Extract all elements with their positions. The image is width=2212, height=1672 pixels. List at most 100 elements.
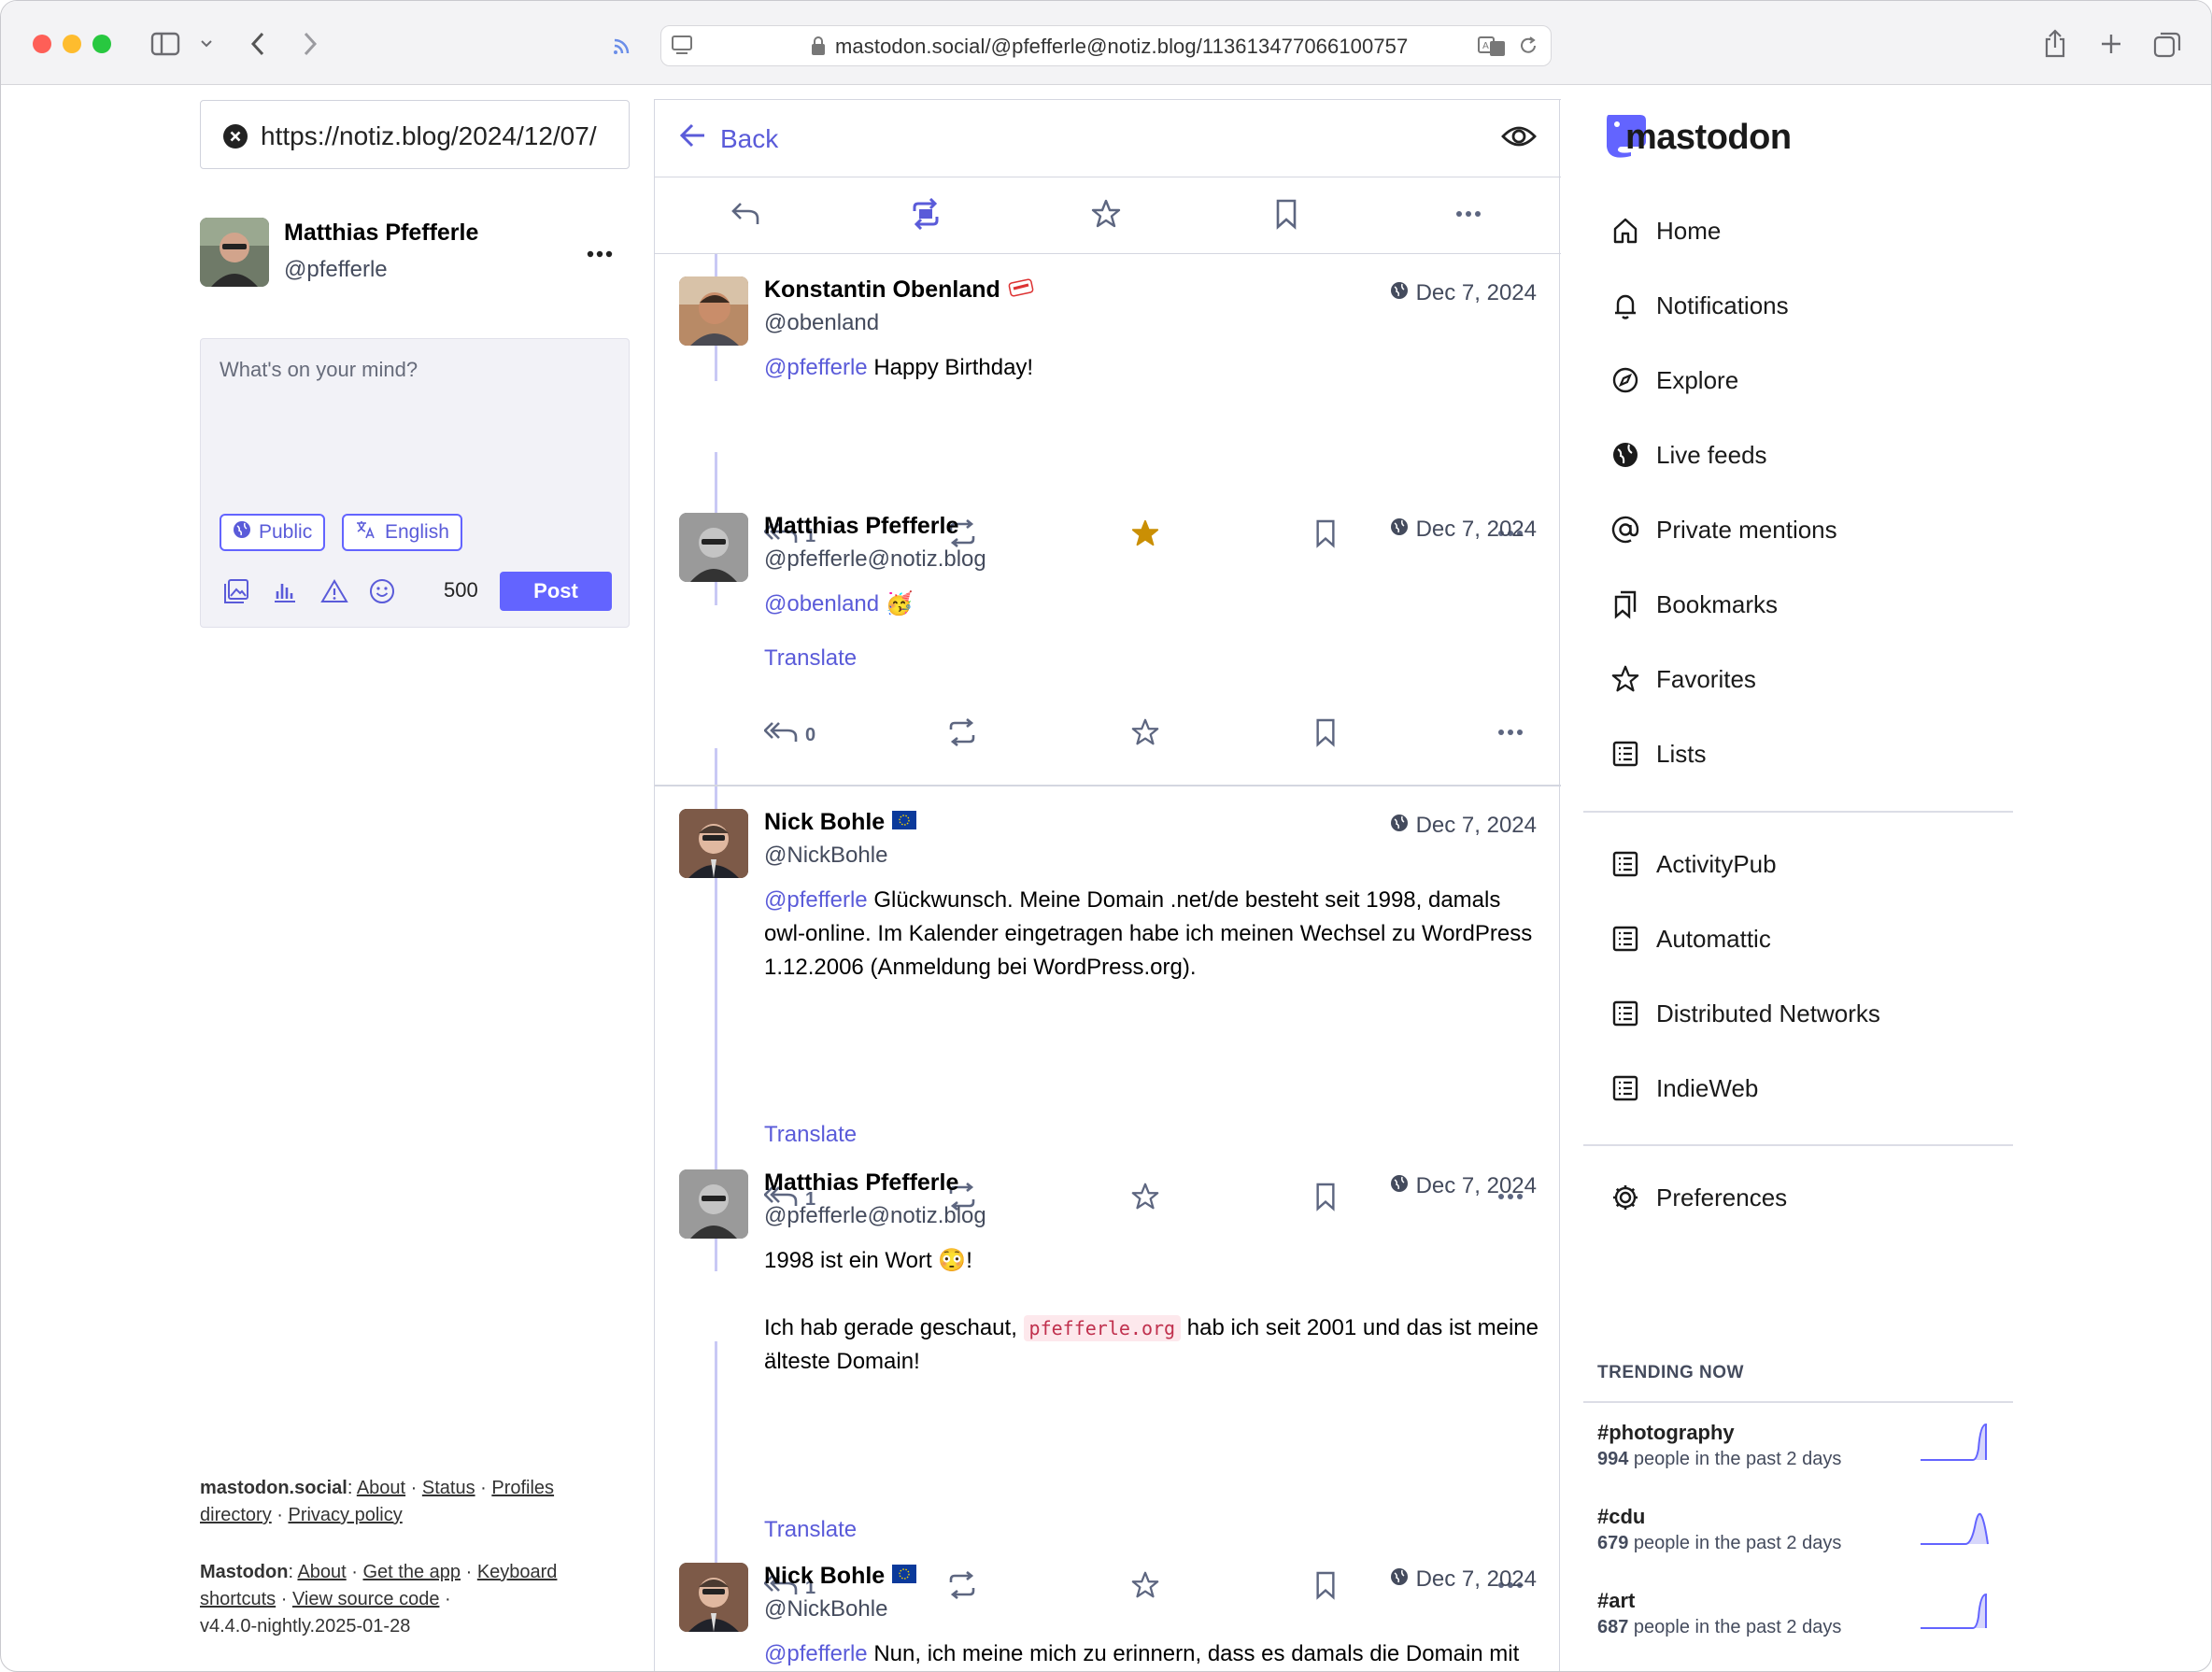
back-button[interactable]: Back [679,122,778,155]
hashtag-suffix: people in the past 2 days [1628,1449,1842,1469]
status-author[interactable]: Matthias Pfefferle [764,1169,958,1197]
page-menu-icon[interactable] [671,35,695,62]
status-item[interactable]: Nick Bohle @NickBohle Dec 7, 2024 @pfeff… [655,809,1561,1211]
translate-page-icon[interactable]: A [1478,35,1508,62]
status-date[interactable]: Dec 7, 2024 [1390,813,1537,839]
close-window-button[interactable] [33,35,51,53]
list-item[interactable]: ActivityPub [1609,842,1777,886]
address-bar[interactable]: mastodon.social/@pfefferle@notiz.blog/11… [660,25,1552,66]
emoji-icon[interactable] [369,578,395,609]
favourite-button[interactable] [1130,718,1160,752]
minimize-window-button[interactable] [63,35,81,53]
zoom-window-button[interactable] [92,35,111,53]
status-author[interactable]: Matthias Pfefferle [764,513,958,540]
avatar[interactable] [679,1563,748,1632]
rss-feed-icon[interactable] [610,27,638,61]
translate-button[interactable]: Translate [764,1517,857,1543]
more-icon[interactable] [1454,200,1482,233]
status-date[interactable]: Dec 7, 2024 [1390,517,1537,543]
mention-link[interactable]: @pfefferle [764,887,868,913]
footer-privacy-policy-link[interactable]: Privacy policy [288,1505,402,1525]
column-header: Back [655,99,1561,177]
footer-app-about-link[interactable]: About [297,1562,346,1582]
account-menu-icon[interactable] [586,240,614,273]
new-tab-icon[interactable] [2097,27,2125,61]
list-item[interactable]: IndieWeb [1609,1066,1758,1111]
reply-icon[interactable] [730,200,761,233]
nav-preferences[interactable]: Preferences [1609,1175,1787,1220]
reload-icon[interactable] [1517,35,1539,62]
search-field[interactable]: https://notiz.blog/2024/12/07/ [200,100,630,169]
search-input[interactable]: https://notiz.blog/2024/12/07/ [261,121,616,151]
content-warning-icon[interactable] [320,578,348,609]
translate-button[interactable]: Translate [764,645,857,672]
mention-link[interactable]: @obenland [764,591,879,616]
avatar[interactable] [679,276,748,346]
bookmark-button[interactable] [1313,718,1338,752]
poll-icon[interactable] [272,578,298,609]
back-arrow-icon[interactable] [246,27,270,61]
status-handle[interactable]: @NickBohle [764,843,887,869]
status-item[interactable]: Konstantin Obenland @obenland Dec 7, 202… [655,276,1561,548]
status-item[interactable]: Nick Bohle @NickBohle Dec 7, 2024 @pfeff… [655,1563,1561,1671]
nav-lists[interactable]: Lists [1609,731,1706,776]
footer-about-link[interactable]: About [357,1478,405,1498]
boost-button[interactable] [947,717,977,752]
post-button[interactable]: Post [500,572,612,611]
footer-get-app-link[interactable]: Get the app [363,1562,461,1582]
language-button[interactable]: English [342,514,462,551]
avatar[interactable] [679,1169,748,1239]
footer-status-link[interactable]: Status [422,1478,475,1498]
visibility-button[interactable]: Public [220,514,326,551]
clear-search-icon[interactable] [223,124,248,153]
avatar[interactable] [679,809,748,878]
status-item[interactable]: Matthias Pfefferle @pfefferle@notiz.blog… [655,1169,1561,1600]
status-author[interactable]: Nick Bohle [764,1563,917,1590]
compose-textarea[interactable]: What's on your mind? [220,358,418,382]
nav-notifications[interactable]: Notifications [1609,283,1789,328]
translate-button[interactable]: Translate [764,1122,857,1148]
trending-hashtag[interactable]: #art 687 people in the past 2 days [1597,1589,1999,1654]
forward-arrow-icon[interactable] [298,27,322,61]
status-handle[interactable]: @pfefferle@notiz.blog [764,546,986,573]
reply-all-button[interactable]: 0 [763,718,815,752]
status-handle[interactable]: @NickBohle [764,1596,887,1622]
avatar[interactable] [200,218,269,287]
nav-private-mentions[interactable]: Private mentions [1609,507,1837,552]
status-handle[interactable]: @pfefferle@notiz.blog [764,1203,986,1229]
status-date[interactable]: Dec 7, 2024 [1390,280,1537,306]
trending-hashtag[interactable]: #cdu 679 people in the past 2 days [1597,1505,1999,1570]
account-name[interactable]: Matthias Pfefferle [284,220,478,247]
tab-overview-icon[interactable] [2151,27,2183,61]
list-item[interactable]: Distributed Networks [1609,991,1880,1036]
more-button[interactable] [1496,718,1524,752]
bookmark-icon[interactable] [1273,198,1299,234]
boost-icon[interactable] [909,197,943,234]
status-date[interactable]: Dec 7, 2024 [1390,1173,1537,1199]
nav-bookmarks[interactable]: Bookmarks [1609,582,1778,627]
nav-explore[interactable]: Explore [1609,358,1738,403]
status-author[interactable]: Nick Bohle [764,809,917,836]
nav-home[interactable]: Home [1609,208,1721,253]
trending-hashtag[interactable]: #photography 994 people in the past 2 da… [1597,1421,1999,1486]
mention-link[interactable]: @pfefferle [764,1641,868,1666]
share-icon[interactable] [2041,27,2069,61]
nav-live-feeds[interactable]: Live feeds [1609,432,1767,477]
star-icon[interactable] [1090,198,1122,234]
status-author[interactable]: Konstantin Obenland [764,276,1034,304]
nav-favorites[interactable]: Favorites [1609,657,1756,701]
avatar[interactable] [679,513,748,582]
eye-icon[interactable] [1501,122,1537,155]
mention-link[interactable]: @pfefferle [764,355,868,380]
account-handle[interactable]: @pfefferle [284,257,388,283]
status-handle[interactable]: @obenland [764,310,879,336]
sidebar-toggle-icon[interactable] [149,27,182,61]
footer-source-code-link[interactable]: View source code [292,1589,440,1609]
chevron-down-icon[interactable] [199,27,214,61]
nav-label: Home [1656,216,1722,245]
image-icon[interactable] [223,578,249,609]
list-item[interactable]: Automattic [1609,916,1771,961]
mastodon-logo[interactable]: mastodon [1603,111,1792,164]
status-date[interactable]: Dec 7, 2024 [1390,1566,1537,1593]
date-label: Dec 7, 2024 [1415,280,1537,305]
